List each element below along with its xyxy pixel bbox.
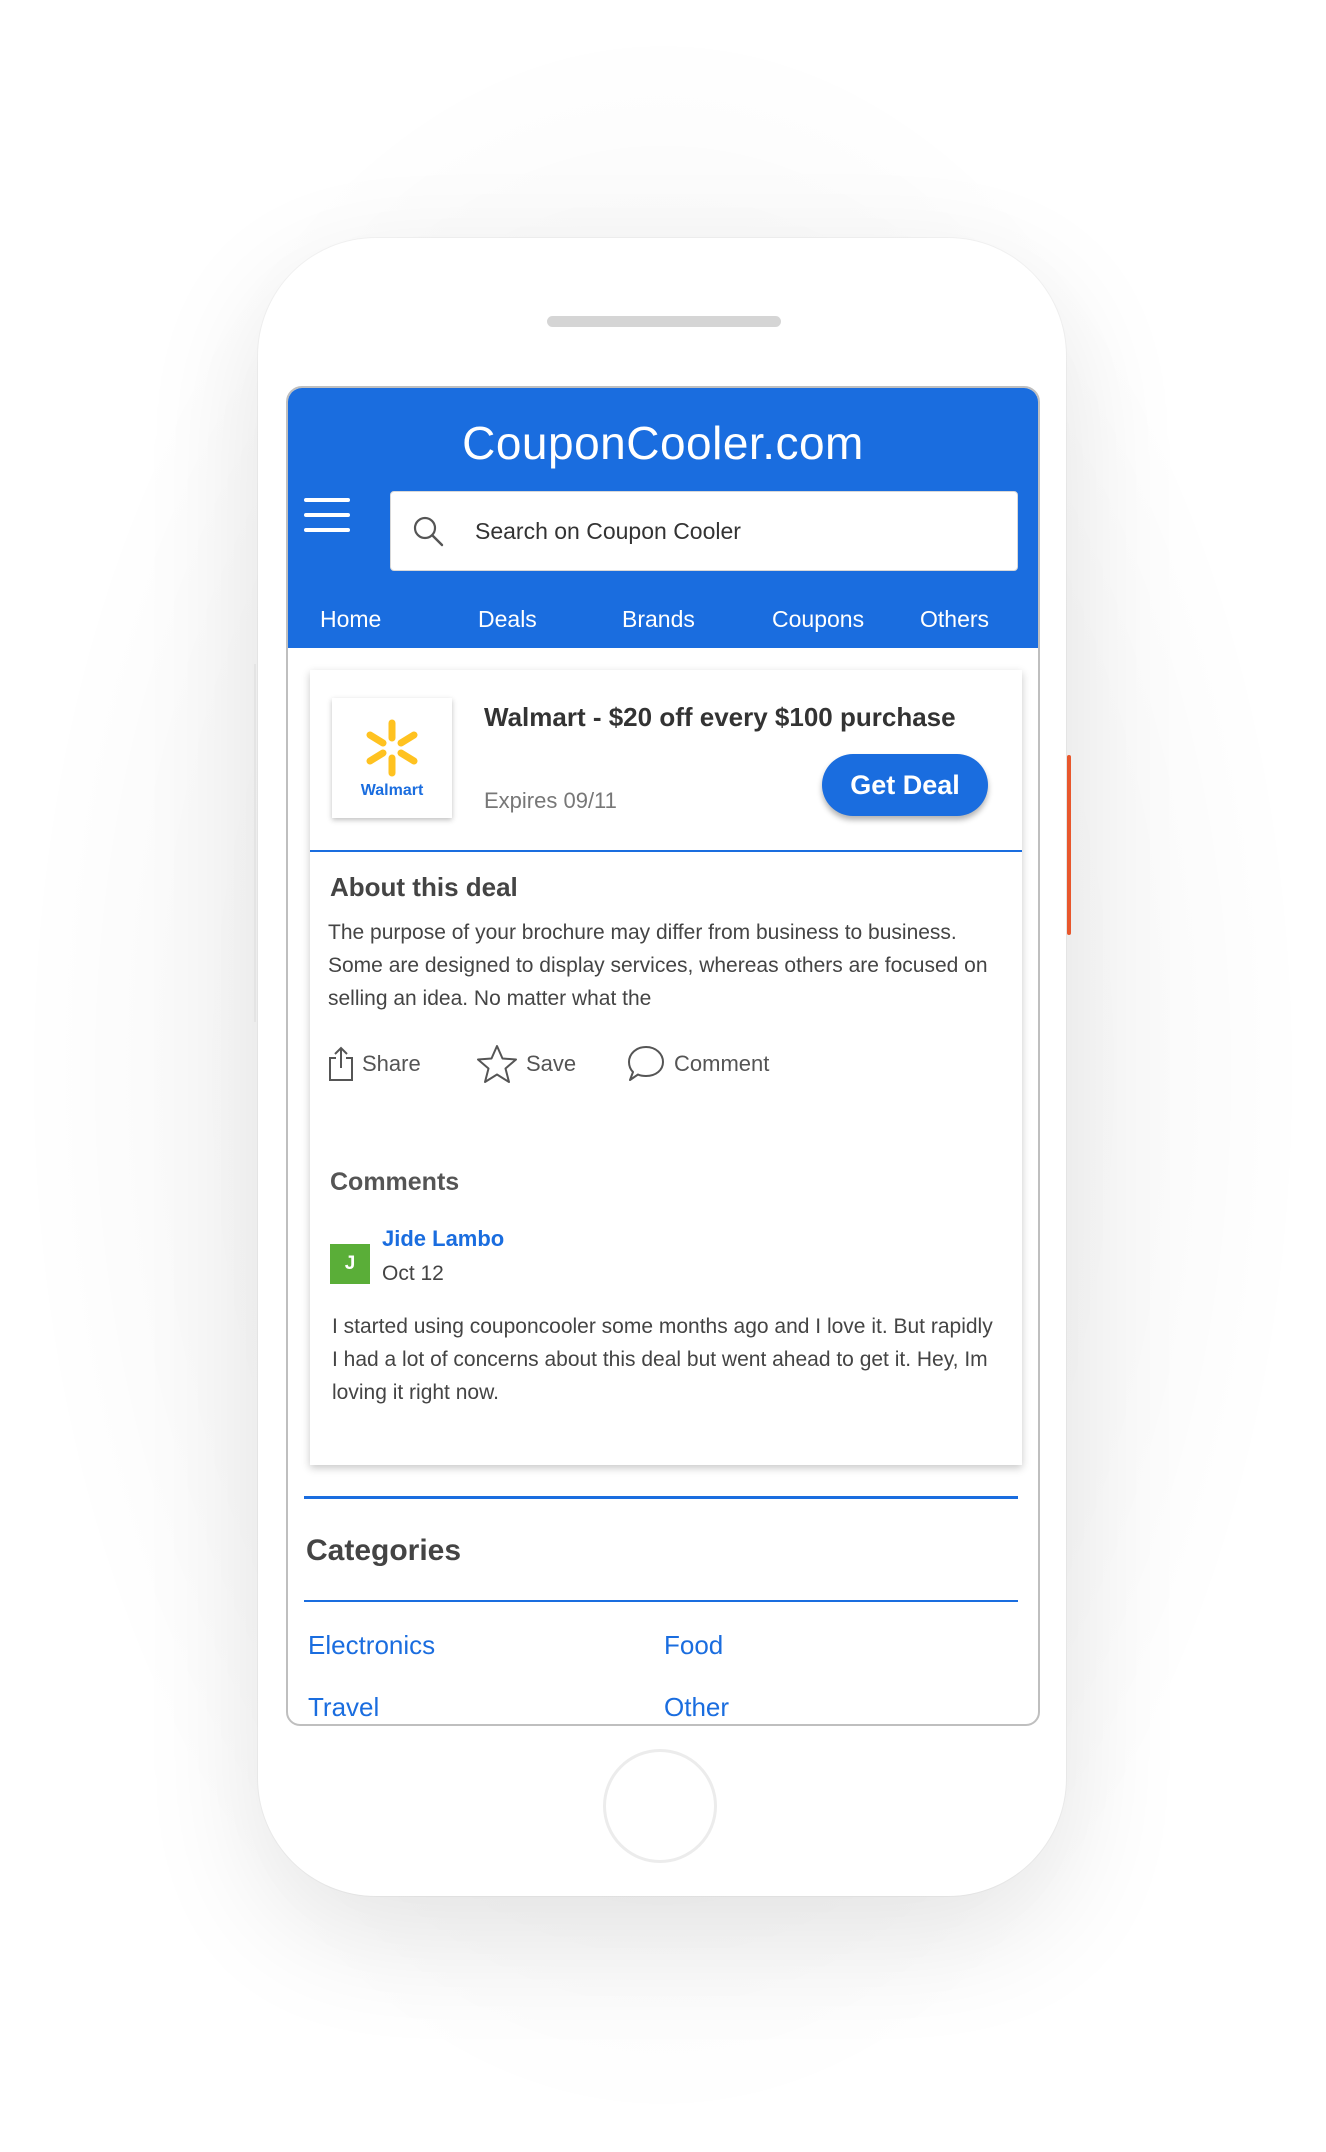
main-nav: Home Deals Brands Coupons Others bbox=[288, 606, 1038, 642]
app-screen: CouponCooler.com Search on Coupon Cooler… bbox=[286, 386, 1040, 1726]
get-deal-button[interactable]: Get Deal bbox=[822, 754, 988, 816]
search-input[interactable]: Search on Coupon Cooler bbox=[390, 491, 1018, 571]
comment-author[interactable]: Jide Lambo bbox=[382, 1226, 504, 1252]
deal-expiry: Expires 09/11 bbox=[484, 788, 617, 813]
nav-brands[interactable]: Brands bbox=[622, 606, 695, 633]
category-other[interactable]: Other bbox=[664, 1692, 729, 1723]
comment-date: Oct 12 bbox=[382, 1262, 444, 1285]
search-placeholder: Search on Coupon Cooler bbox=[475, 518, 741, 544]
share-label: Share bbox=[362, 1051, 421, 1076]
comment-text: I started using couponcooler some months… bbox=[332, 1315, 993, 1404]
phone-side-button-left bbox=[254, 664, 256, 1022]
category-travel[interactable]: Travel bbox=[308, 1692, 379, 1723]
about-text: The purpose of your brochure may differ … bbox=[328, 921, 988, 1010]
category-electronics[interactable]: Electronics bbox=[308, 1630, 435, 1661]
walmart-spark-icon bbox=[366, 719, 418, 777]
phone-home-button[interactable] bbox=[603, 1749, 717, 1863]
categories-divider bbox=[304, 1600, 1018, 1602]
comment-label: Comment bbox=[674, 1051, 770, 1076]
comment-button[interactable]: Comment bbox=[626, 1042, 769, 1086]
save-label: Save bbox=[526, 1051, 577, 1076]
star-icon bbox=[477, 1045, 517, 1083]
categories-title: Categories bbox=[306, 1534, 462, 1567]
deal-card: Walmart Walmart - $20 off every $100 pur… bbox=[310, 670, 1022, 1465]
walmart-logo: Walmart bbox=[332, 698, 452, 818]
categories-top-divider bbox=[304, 1496, 1018, 1499]
nav-others[interactable]: Others bbox=[920, 606, 989, 633]
comments-title: Comments bbox=[330, 1168, 460, 1196]
nav-coupons[interactable]: Coupons bbox=[772, 606, 864, 633]
phone-speaker bbox=[547, 316, 781, 327]
share-button[interactable]: Share bbox=[328, 1042, 421, 1086]
save-button[interactable]: Save bbox=[476, 1042, 576, 1086]
comment-bubble-icon bbox=[628, 1046, 664, 1081]
share-icon bbox=[329, 1046, 353, 1081]
category-food[interactable]: Food bbox=[664, 1630, 723, 1661]
nav-deals[interactable]: Deals bbox=[478, 606, 537, 633]
brand-title[interactable]: CouponCooler.com bbox=[288, 416, 1038, 470]
phone-side-button-right bbox=[1067, 755, 1071, 935]
search-icon bbox=[413, 516, 444, 547]
avatar: J bbox=[330, 1244, 370, 1284]
deal-title: Walmart - $20 off every $100 purchase bbox=[484, 702, 956, 732]
app-header: CouponCooler.com Search on Coupon Cooler… bbox=[288, 388, 1038, 648]
walmart-logo-text: Walmart bbox=[360, 782, 424, 799]
about-title: About this deal bbox=[330, 872, 518, 902]
nav-home[interactable]: Home bbox=[320, 606, 381, 633]
hamburger-menu-icon[interactable] bbox=[304, 498, 350, 532]
card-divider bbox=[310, 850, 1022, 852]
